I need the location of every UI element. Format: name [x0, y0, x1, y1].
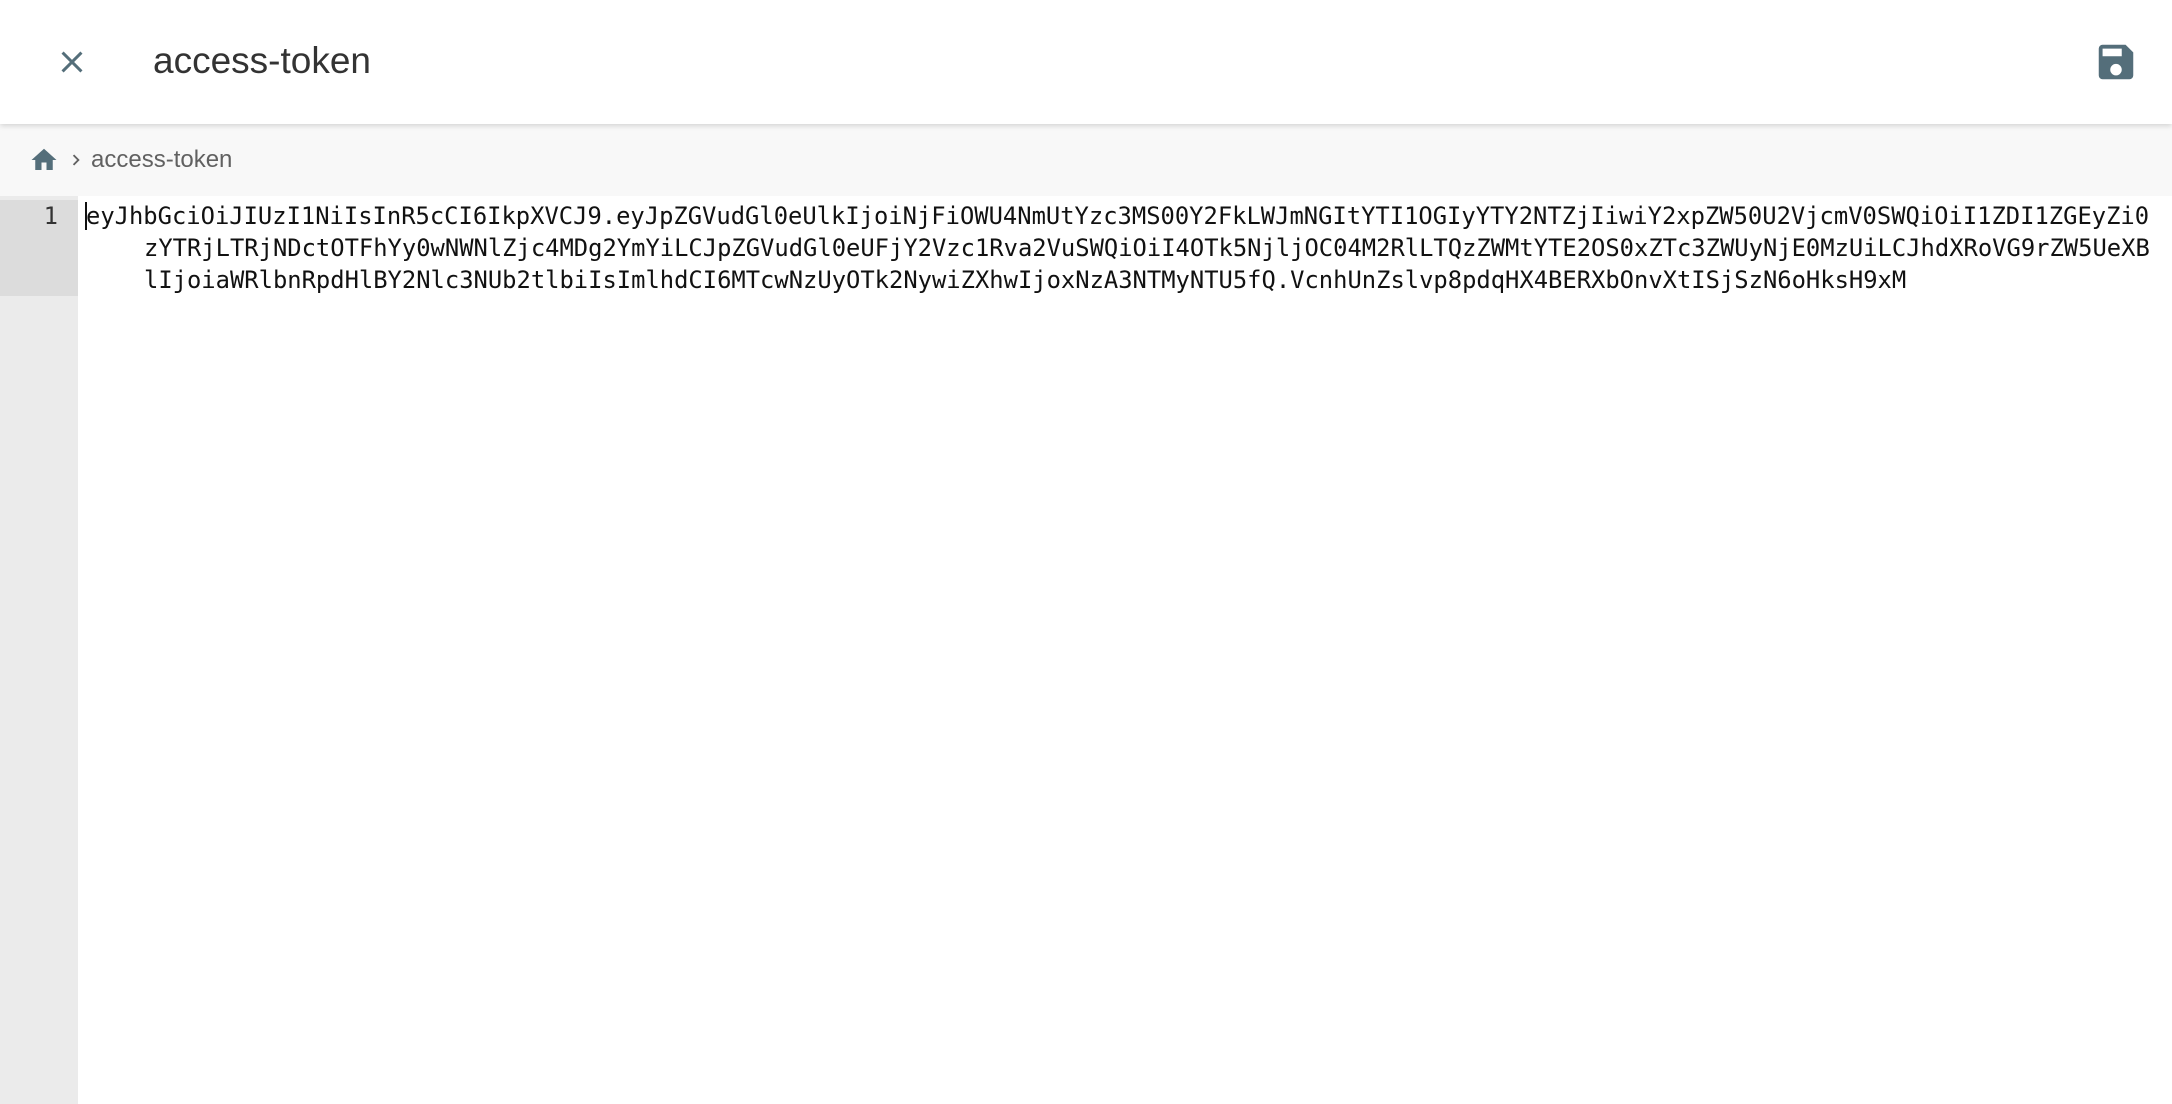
save-button[interactable]: [2080, 26, 2152, 98]
code-editor[interactable]: 1 eyJhbGciOiJIUzI1NiIsInR5cCI6IkpXVCJ9.e…: [0, 196, 2172, 1104]
home-icon: [31, 148, 57, 170]
code-line-segment: zYTRjLTRjNDctOTFhYy0wNWNlZjc4MDg2YmYiLCJ…: [144, 234, 2150, 262]
line-number: 1: [43, 202, 58, 230]
line-gutter: 1: [0, 196, 78, 1104]
breadcrumb-home[interactable]: [29, 145, 59, 175]
breadcrumb-separator: [65, 149, 87, 171]
app-header: access-token: [0, 0, 2172, 124]
code-content[interactable]: eyJhbGciOiJIUzI1NiIsInR5cCI6IkpXVCJ9.eyJ…: [86, 200, 2162, 296]
chevron-right-icon: [72, 154, 80, 166]
breadcrumb: access-token: [0, 124, 2172, 196]
page-title: access-token: [153, 40, 371, 81]
text-cursor: [85, 202, 87, 230]
code-line-segment: eyJhbGciOiJIUzI1NiIsInR5cCI6IkpXVCJ9.eyJ…: [86, 202, 2150, 230]
floppy-disk-icon: [2098, 44, 2134, 80]
close-button[interactable]: [36, 26, 108, 98]
close-icon: [61, 51, 83, 73]
breadcrumb-item[interactable]: access-token: [91, 146, 232, 174]
code-line-segment: lIjoiaWRlbnRpdHlBY2Nlc3NUb2tlbiIsImlhdCI…: [144, 266, 1907, 294]
